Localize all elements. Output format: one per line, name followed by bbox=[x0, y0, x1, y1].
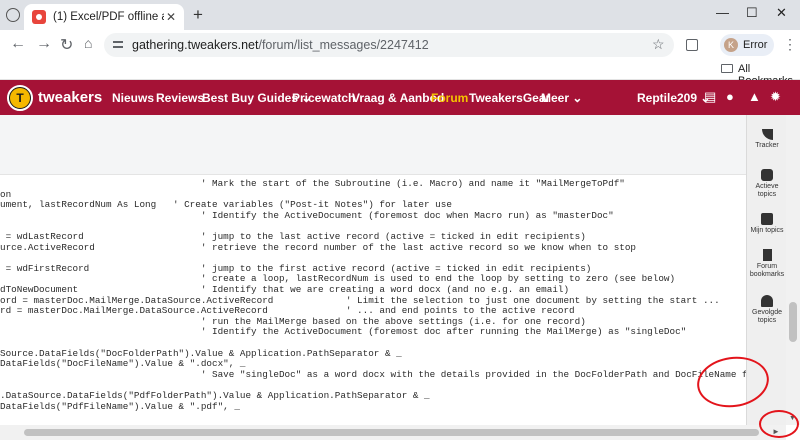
site-navigation: T tweakers Nieuws Reviews Best Buy Guide… bbox=[0, 80, 800, 115]
sidebar-item-label: Mijn topics bbox=[750, 227, 784, 234]
logo-letter: T bbox=[16, 91, 24, 105]
site-info-icon[interactable] bbox=[112, 39, 124, 51]
bell-icon bbox=[761, 295, 773, 307]
url-text: gathering.tweakers.net/forum/list_messag… bbox=[132, 38, 429, 52]
sidebar-item-mijn-topics[interactable]: Mijn topics bbox=[747, 213, 787, 235]
back-icon[interactable]: ← bbox=[10, 35, 26, 53]
extensions-icon[interactable] bbox=[686, 39, 698, 51]
red-annotation-circle bbox=[759, 410, 799, 438]
tab-favicon-icon bbox=[32, 10, 46, 24]
address-bar[interactable]: gathering.tweakers.net/forum/list_messag… bbox=[104, 33, 674, 57]
code-line: ' Save "singleDoc" as a word docx with t… bbox=[200, 368, 746, 380]
sidebar-item-label: Actieve topics bbox=[755, 183, 779, 198]
code-line: DataFields("DocFileName").Value & ".docx… bbox=[0, 358, 246, 370]
nav-tweakersgear[interactable]: TweakersGear bbox=[469, 91, 550, 105]
code-line: on bbox=[0, 188, 12, 200]
code-line: ' create a loop, lastRecordNum is used t… bbox=[0, 273, 676, 285]
code-line: ord = masterDoc.MailMerge.DataSource.Act… bbox=[0, 294, 720, 306]
nav-pricewatch[interactable]: Pricewatch bbox=[292, 91, 355, 105]
horizontal-scrollbar[interactable]: ► bbox=[0, 425, 786, 440]
speech-bubble-icon bbox=[761, 213, 773, 225]
sidebar-item-label: Forum bookmarks bbox=[749, 263, 785, 278]
sidebar-item-forum-bookmarks[interactable]: Forum bookmarks bbox=[747, 249, 787, 279]
site-logo-text[interactable]: tweakers bbox=[38, 89, 102, 106]
nav-reviews[interactable]: Reviews bbox=[156, 91, 204, 105]
code-line: Source.DataFields("DocFolderPath").Value… bbox=[0, 347, 402, 359]
browser-tab[interactable]: (1) Excel/PDF offline automatisc ✕ bbox=[24, 4, 184, 30]
code-line: rd = masterDoc.MailMerge.DataSource.Acti… bbox=[0, 305, 575, 317]
folder-icon bbox=[721, 64, 733, 73]
horizontal-scroll-thumb[interactable] bbox=[24, 429, 759, 436]
home-icon[interactable]: ⌂ bbox=[84, 35, 92, 51]
chat-icon[interactable]: ● bbox=[726, 89, 734, 104]
sidebar-item-label: Gevolgde topics bbox=[752, 309, 782, 324]
code-line: = wdLastRecord ' jump to the last active… bbox=[0, 231, 586, 242]
tab-title: (1) Excel/PDF offline automatisc bbox=[53, 11, 164, 23]
reload-icon[interactable]: ↻ bbox=[60, 35, 73, 55]
code-line: ' Identify the ActiveDocument (foremost … bbox=[0, 326, 687, 338]
code-line: .DataSource.DataFields("PdfFolderPath").… bbox=[0, 390, 430, 401]
nav-forum[interactable]: Forum bbox=[431, 91, 468, 105]
forward-icon[interactable]: → bbox=[36, 35, 52, 53]
code-line: ument, lastRecordNum As Long ' Create va… bbox=[0, 199, 452, 211]
nav-nieuws[interactable]: Nieuws bbox=[112, 91, 154, 105]
sidebar-item-gevolgde-topics[interactable]: Gevolgde topics bbox=[747, 295, 787, 325]
new-tab-button[interactable]: + bbox=[193, 5, 203, 25]
post-header-area bbox=[0, 115, 746, 175]
list-icon[interactable]: ▤ bbox=[704, 89, 716, 105]
window-close-icon[interactable]: ✕ bbox=[776, 5, 787, 21]
code-line: = wdFirstRecord ' jump to the first acti… bbox=[0, 262, 592, 274]
browser-tab-strip: (1) Excel/PDF offline automatisc ✕ + — ☐… bbox=[0, 0, 800, 30]
vertical-scrollbar[interactable]: ▼ bbox=[786, 115, 800, 425]
profile-status-label: Error bbox=[743, 39, 768, 51]
tweakers-logo-icon[interactable]: T bbox=[7, 85, 33, 111]
notification-bell-icon[interactable]: ▲ bbox=[748, 89, 761, 104]
tab-close-icon[interactable]: ✕ bbox=[164, 10, 178, 24]
maximize-icon[interactable]: ☐ bbox=[746, 5, 758, 21]
browser-toolbar: ← → ↻ ⌂ gathering.tweakers.net/forum/lis… bbox=[0, 30, 800, 58]
code-line: urce.ActiveRecord ' retrieve the record … bbox=[0, 241, 637, 253]
settings-gear-icon[interactable]: ✹ bbox=[770, 89, 781, 105]
code-line: ' Identify the ActiveDocument (foremost … bbox=[0, 209, 614, 221]
rss-icon bbox=[761, 129, 773, 140]
chat-bubbles-icon bbox=[761, 169, 773, 181]
code-line: ' Mark the start of the Subroutine (i.e.… bbox=[0, 178, 625, 189]
code-line: ' run the MailMerge based on the above s… bbox=[0, 315, 586, 327]
bookmarks-bar: All Bookmarks bbox=[0, 58, 800, 87]
minimize-icon[interactable]: — bbox=[716, 5, 729, 20]
sidebar-item-actieve-topics[interactable]: Actieve topics bbox=[747, 169, 787, 199]
url-path: /forum/list_messages/2247412 bbox=[258, 38, 429, 52]
avatar: K bbox=[724, 38, 738, 52]
code-line: DataFields("PdfFileName").Value & ".pdf"… bbox=[0, 400, 240, 412]
nav-meer[interactable]: Meer ⌄ bbox=[541, 91, 582, 105]
sidebar-item-label: Tracker bbox=[755, 142, 779, 149]
forum-post-content: ' Mark the start of the Subroutine (i.e.… bbox=[0, 115, 746, 425]
bookmark-star-icon[interactable]: ☆ bbox=[652, 36, 665, 53]
tab-search-icon[interactable] bbox=[6, 8, 20, 22]
code-line: dToNewDocument ' Identify that we are cr… bbox=[0, 284, 570, 295]
vertical-scroll-thumb[interactable] bbox=[789, 302, 797, 342]
sidebar-item-tracker[interactable]: Tracker bbox=[747, 129, 787, 150]
profile-button[interactable]: K Error bbox=[720, 34, 774, 56]
browser-menu-icon[interactable]: ⋮ bbox=[783, 36, 797, 53]
user-menu[interactable]: Reptile209 ⌄ bbox=[637, 91, 710, 105]
url-host: gathering.tweakers.net bbox=[132, 38, 259, 52]
bookmark-icon bbox=[762, 249, 772, 261]
